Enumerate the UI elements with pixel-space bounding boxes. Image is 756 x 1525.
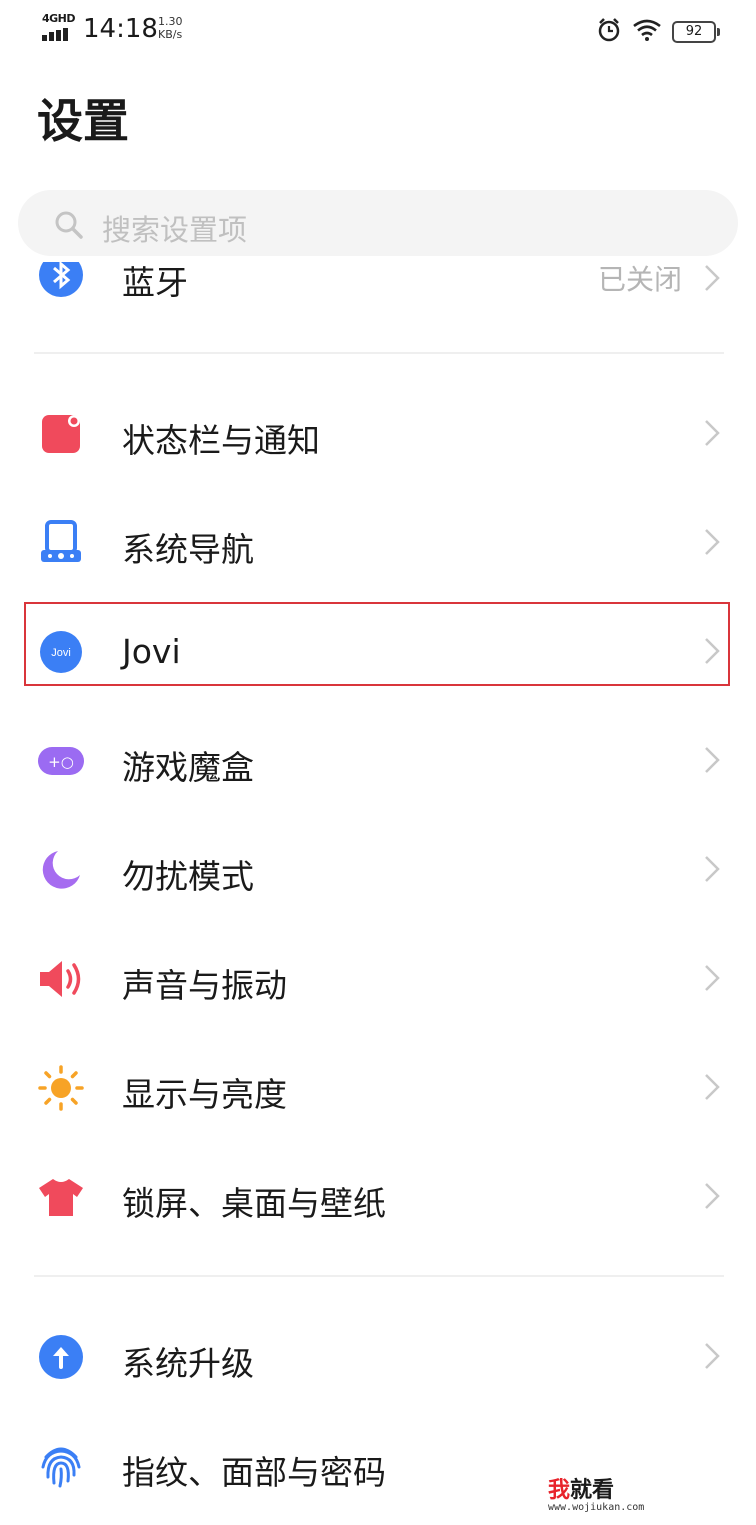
chevron-right-icon: [704, 964, 720, 996]
status-bar-icon: [38, 411, 84, 457]
search-placeholder: 搜索设置项: [102, 213, 248, 247]
speaker-icon: [38, 956, 84, 1002]
cellular-signal-icon: 4GHD: [42, 12, 76, 42]
watermark-logo: 我就看 www.wojiukan.com: [548, 1478, 645, 1513]
chevron-right-icon: [704, 264, 720, 296]
network-speed: 1.30 KB/s: [158, 15, 183, 41]
chevron-right-icon: [704, 746, 720, 778]
chevron-right-icon: [704, 1342, 720, 1374]
divider: [34, 1275, 724, 1277]
alarm-icon: [596, 17, 622, 47]
bluetooth-status: 已关闭: [597, 263, 682, 296]
battery-level: 92: [685, 24, 703, 39]
divider: [34, 352, 724, 354]
chevron-right-icon: [704, 528, 720, 560]
sun-icon: [38, 1065, 84, 1111]
menu-item-lockscreen[interactable]: 锁屏、桌面与壁纸: [0, 1143, 756, 1249]
bluetooth-icon: [38, 262, 84, 298]
page-title: 设置: [37, 94, 129, 148]
game-box-icon: +○: [38, 738, 84, 784]
menu-item-label: 显示与亮度: [122, 1075, 287, 1114]
tshirt-icon: [38, 1174, 84, 1220]
navigation-icon: [38, 520, 84, 566]
menu-item-status-bar[interactable]: 状态栏与通知: [0, 380, 756, 486]
menu-item-system-upgrade[interactable]: 系统升级: [0, 1303, 756, 1409]
menu-item-game-box[interactable]: +○ 游戏魔盒: [0, 707, 756, 813]
chevron-right-icon: [704, 855, 720, 887]
status-bar: 4GHD 14:18 1.30 KB/s 92: [0, 0, 756, 60]
menu-item-label: 蓝牙: [122, 263, 188, 302]
fingerprint-icon: [38, 1443, 84, 1489]
menu-item-label: 指纹、面部与密码: [122, 1453, 386, 1492]
menu-item-bluetooth[interactable]: 蓝牙 已关闭: [0, 262, 756, 302]
menu-item-label: 状态栏与通知: [122, 421, 320, 460]
chevron-right-icon: [704, 1182, 720, 1214]
game-box-glyph: +○: [48, 753, 74, 771]
menu-item-navigation[interactable]: 系统导航: [0, 489, 756, 595]
menu-item-label: 声音与振动: [122, 966, 287, 1005]
clock: 14:18: [83, 14, 158, 44]
search-icon: [54, 210, 84, 244]
menu-item-sound[interactable]: 声音与振动: [0, 925, 756, 1031]
menu-item-display[interactable]: 显示与亮度: [0, 1034, 756, 1140]
upgrade-icon: [38, 1334, 84, 1380]
menu-item-label: 勿扰模式: [122, 857, 254, 896]
network-type: 4GHD: [42, 12, 76, 25]
menu-item-label: 锁屏、桌面与壁纸: [122, 1184, 386, 1223]
highlight-box: [24, 602, 730, 686]
wifi-icon: [632, 18, 662, 46]
chevron-right-icon: [704, 419, 720, 451]
menu-item-do-not-disturb[interactable]: 勿扰模式: [0, 816, 756, 922]
menu-item-label: 游戏魔盒: [122, 748, 254, 787]
battery-icon: 92: [672, 21, 720, 43]
menu-item-label: 系统导航: [122, 530, 254, 569]
search-input[interactable]: 搜索设置项: [18, 190, 738, 256]
moon-icon: [38, 847, 84, 893]
menu-item-label: 系统升级: [122, 1344, 254, 1383]
chevron-right-icon: [704, 1073, 720, 1105]
